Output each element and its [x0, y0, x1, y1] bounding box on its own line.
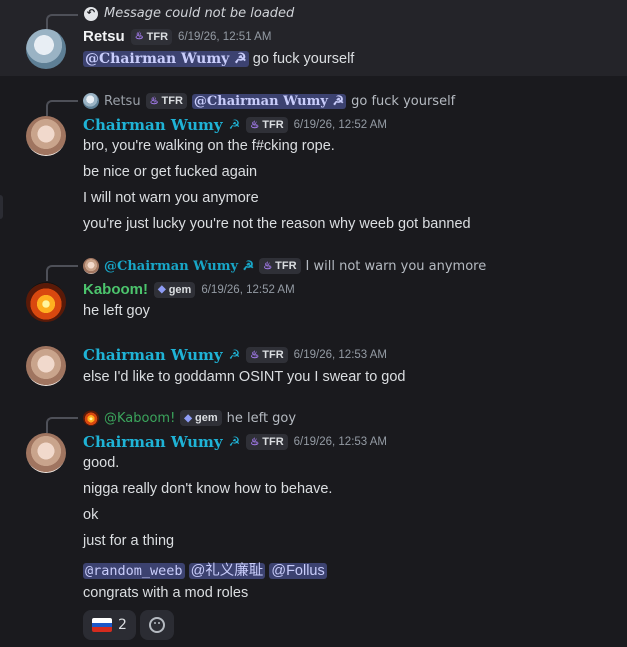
reply-preview[interactable]: Retsu ♨ TFR @Chairman Wumy ☭ go fuck your…: [83, 93, 455, 109]
role-tag: ♨ TFR: [259, 258, 301, 274]
role-tag[interactable]: ◆ gem: [154, 281, 196, 298]
scroll-edge-indicator: [0, 195, 3, 219]
mini-avatar: [83, 410, 99, 426]
message-line: just for a thing: [83, 533, 175, 549]
message-line: ok: [83, 507, 99, 523]
role-tag[interactable]: ♨ TFR: [130, 28, 173, 45]
flame-icon: ♨: [149, 95, 159, 107]
smile-icon: [148, 617, 165, 633]
role-tag[interactable]: ♨ TFR: [246, 434, 288, 450]
reply-arrow-icon: ↶: [84, 6, 98, 21]
avatar-retsu[interactable]: [26, 29, 66, 69]
reply-connector: [46, 14, 78, 30]
gem-icon: ◆: [158, 284, 166, 295]
message-line: else I'd like to goddamn OSINT you I swe…: [83, 369, 406, 385]
russia-flag-icon: [92, 618, 112, 632]
message-text: go fuck yourself: [252, 51, 355, 67]
gem-icon: ◆: [184, 412, 192, 424]
message-line: good.: [83, 455, 120, 471]
username-retsu[interactable]: Retsu: [83, 28, 125, 45]
message-line: he left goy: [83, 303, 150, 319]
user-mention[interactable]: @Chairman Wumy ☭: [83, 51, 249, 67]
flame-icon: ♨: [250, 436, 260, 448]
reply-preview[interactable]: @Chairman Wumy ☭ ♨ TFR I will not warn yo…: [83, 258, 486, 274]
hammer-sickle-icon: ☭: [228, 434, 241, 450]
flame-icon: ♨: [250, 349, 260, 361]
flame-icon: ♨: [263, 260, 273, 272]
flame-icon: ♨: [134, 31, 144, 42]
reply-unavailable: ↶ Message could not be loaded: [84, 6, 294, 21]
avatar-chairman-wumy[interactable]: [26, 346, 66, 386]
reply-text: he left goy: [226, 410, 297, 426]
reply-text: go fuck yourself: [351, 93, 456, 109]
message-header: Chairman Wumy ☭ ♨ TFR 6/19/26, 12:53 AM: [83, 346, 387, 364]
add-reaction-button[interactable]: [139, 610, 174, 640]
username-chairman-wumy[interactable]: Chairman Wumy: [83, 346, 223, 364]
user-mention[interactable]: @random_weeb: [83, 563, 185, 579]
message-header: Chairman Wumy ☭ ♨ TFR 6/19/26, 12:53 AM: [83, 433, 387, 451]
avatar-chairman-wumy[interactable]: [26, 433, 66, 473]
timestamp[interactable]: 6/19/26, 12:53 AM: [294, 436, 387, 448]
message-header: Chairman Wumy ☭ ♨ TFR 6/19/26, 12:52 AM: [83, 116, 387, 134]
reply-mention: @Chairman Wumy ☭: [191, 93, 347, 109]
avatar-kaboom[interactable]: [26, 282, 66, 322]
system-text: Message could not be loaded: [104, 6, 295, 21]
hammer-sickle-icon: ☭: [228, 117, 241, 133]
message-line: nigga really don't know how to behave.: [83, 481, 333, 497]
flame-icon: ♨: [250, 119, 260, 131]
mention-line: @random_weeb @礼义廉耻 @Follus: [83, 559, 327, 580]
timestamp[interactable]: 6/19/26, 12:52 AM: [201, 284, 294, 296]
username-chairman-wumy[interactable]: Chairman Wumy: [83, 433, 223, 451]
timestamp[interactable]: 6/19/26, 12:52 AM: [294, 119, 387, 131]
mini-avatar: [83, 258, 99, 274]
role-tag[interactable]: ♨ TFR: [246, 347, 288, 363]
user-mention[interactable]: @礼义廉耻: [188, 563, 266, 579]
reply-author: Retsu: [104, 93, 141, 109]
username-kaboom[interactable]: Kaboom!: [83, 281, 148, 298]
reactions-bar: 2: [83, 610, 174, 640]
timestamp[interactable]: 6/19/26, 12:51 AM: [178, 31, 271, 43]
message-line: congrats with a mod roles: [83, 585, 249, 601]
message-line: you're just lucky you're not the reason …: [83, 216, 471, 232]
reply-connector: [46, 100, 78, 116]
user-mention[interactable]: @Follus: [269, 563, 327, 579]
role-tag: ♨ TFR: [145, 93, 187, 109]
message-line: I will not warn you anymore: [83, 190, 259, 206]
message-content: @Chairman Wumy ☭ go fuck yourself: [83, 51, 354, 67]
reaction-count: 2: [118, 617, 127, 633]
role-tag: ◆ gem: [180, 410, 222, 426]
hammer-sickle-icon: ☭: [228, 347, 241, 363]
role-tag[interactable]: ♨ TFR: [246, 117, 288, 133]
reply-connector: [46, 417, 78, 433]
reply-text: I will not warn you anymore: [305, 258, 487, 274]
reaction-flag[interactable]: 2: [83, 610, 136, 640]
message-line: be nice or get fucked again: [83, 164, 258, 180]
message-line: bro, you're walking on the f#cking rope.: [83, 138, 335, 154]
mini-avatar: [83, 93, 99, 109]
message-retsu[interactable]: ↶ Message could not be loaded Retsu ♨ TFR…: [0, 0, 627, 76]
reply-author: @Kaboom!: [104, 410, 176, 426]
message-header: Kaboom! ◆ gem 6/19/26, 12:52 AM: [83, 281, 295, 298]
message-header: Retsu ♨ TFR 6/19/26, 12:51 AM: [83, 28, 271, 45]
timestamp[interactable]: 6/19/26, 12:53 AM: [294, 349, 387, 361]
reply-author: @Chairman Wumy ☭: [104, 258, 255, 274]
reply-preview[interactable]: @Kaboom! ◆ gem he left goy: [83, 410, 296, 426]
username-chairman-wumy[interactable]: Chairman Wumy: [83, 116, 223, 134]
reply-connector: [46, 265, 78, 281]
avatar-chairman-wumy[interactable]: [26, 116, 66, 156]
